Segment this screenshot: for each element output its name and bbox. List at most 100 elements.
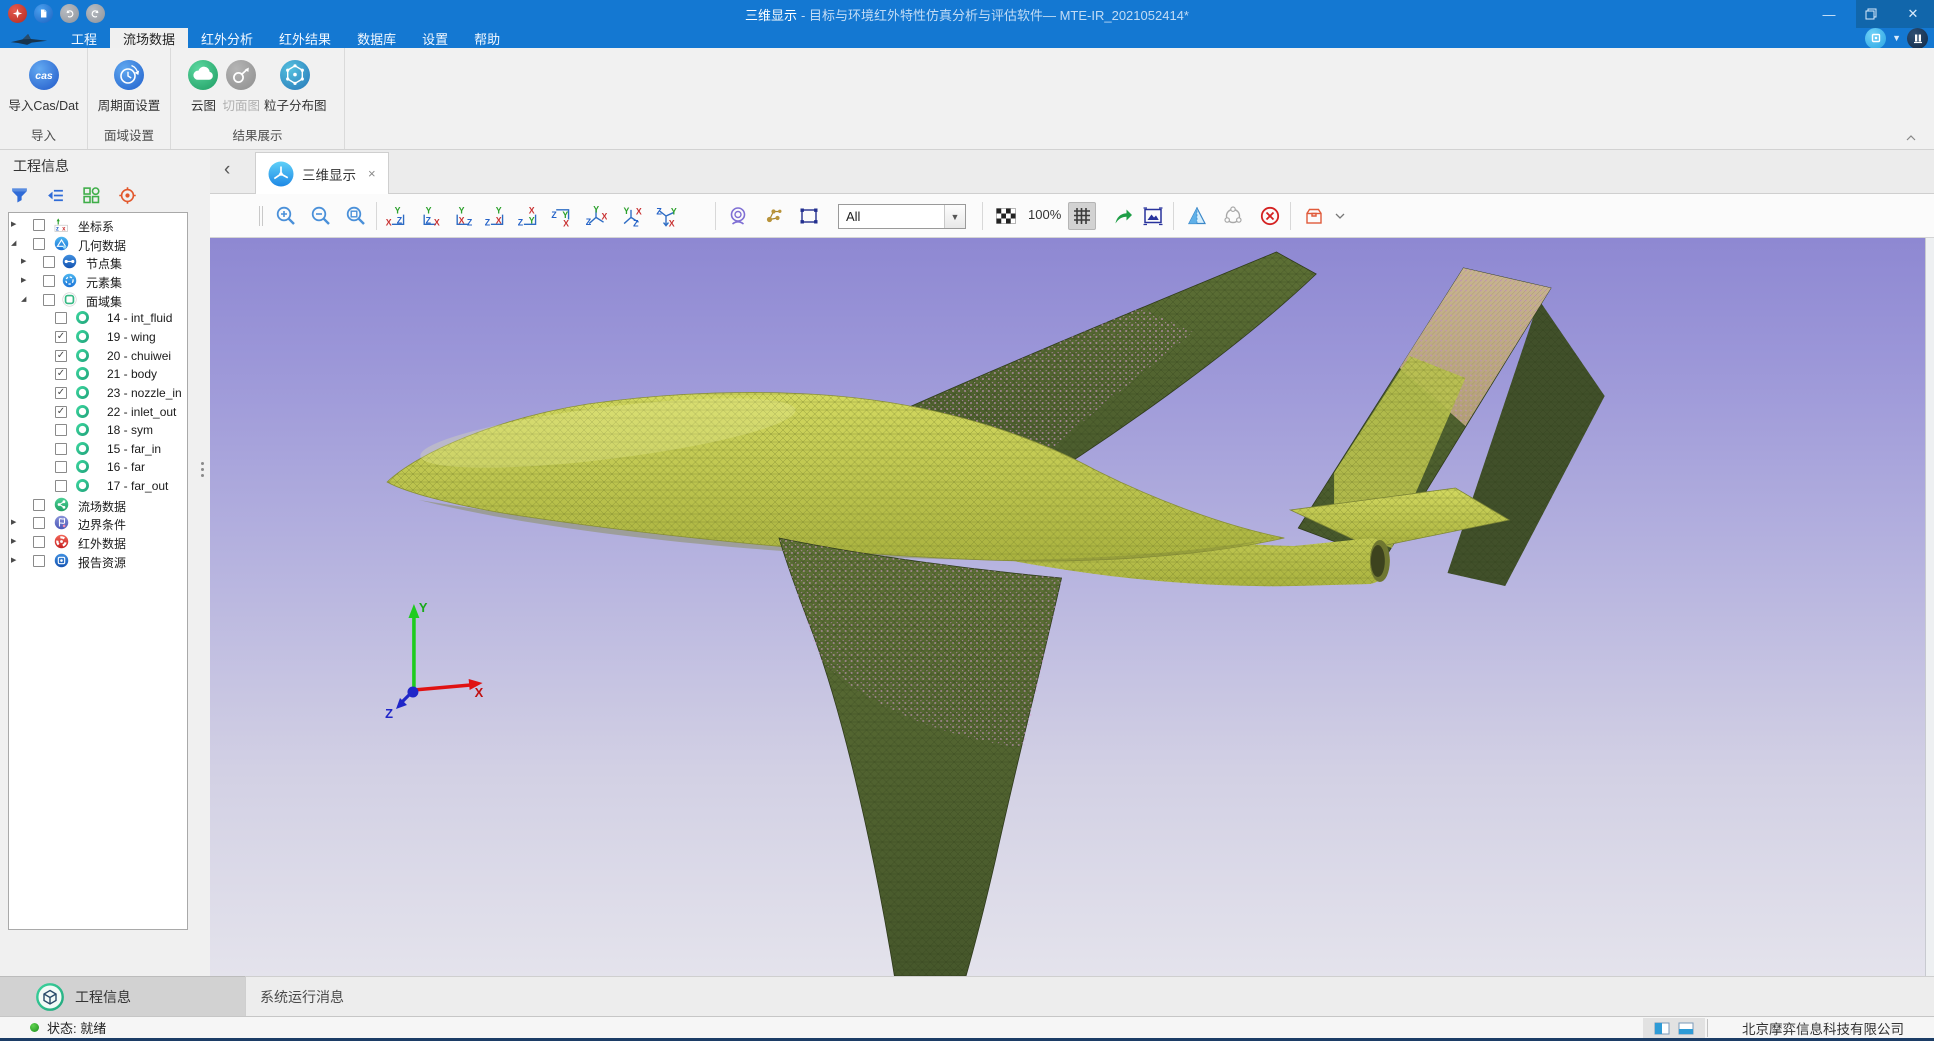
tree-item[interactable]: 15 - far_in: [9, 440, 187, 458]
tree-checkbox[interactable]: ✓: [55, 368, 67, 380]
menu-item-0[interactable]: 工程: [58, 28, 110, 48]
zoom-out-button[interactable]: [307, 202, 335, 230]
tree-checkbox[interactable]: [33, 555, 45, 567]
ribbon-button-clock[interactable]: 周期面设置: [98, 60, 161, 114]
viewport-3d-canvas[interactable]: X Y Z: [210, 238, 1925, 976]
restore-button[interactable]: [1850, 0, 1892, 28]
tree-item[interactable]: 18 - sym: [9, 421, 187, 439]
share-export-button[interactable]: [1109, 202, 1137, 230]
quick-view-button[interactable]: [1865, 28, 1886, 49]
tab-scroll-left-button[interactable]: ‹: [224, 159, 230, 181]
tab-3d-view[interactable]: 三维显示 ×: [255, 152, 389, 194]
tree-item[interactable]: ▶节点集: [9, 253, 187, 271]
tree-item[interactable]: ▶边界条件: [9, 514, 187, 532]
view-top-button[interactable]: XZY: [514, 202, 542, 230]
surface-network-button[interactable]: [1219, 202, 1247, 230]
tree-item[interactable]: ▶报告资源: [9, 552, 187, 570]
tree-checkbox[interactable]: ✓: [55, 387, 67, 399]
tree-expander-icon[interactable]: ▶: [21, 277, 26, 285]
tree-expander-icon[interactable]: ▶: [21, 258, 26, 266]
tree-checkbox[interactable]: ✓: [55, 350, 67, 362]
locate-target-icon[interactable]: [116, 184, 138, 206]
menu-item-3[interactable]: 红外结果: [266, 28, 344, 48]
redo-button[interactable]: [86, 4, 105, 23]
molecule-nodes-button[interactable]: [760, 202, 788, 230]
tree-item[interactable]: ✓19 - wing: [9, 328, 187, 346]
tree-item[interactable]: ◢几何数据: [9, 235, 187, 253]
package-dropdown-chevron[interactable]: [1332, 202, 1348, 230]
grid-toggle-button[interactable]: [1068, 202, 1096, 230]
menu-item-5[interactable]: 设置: [409, 28, 461, 48]
tab-close-icon[interactable]: ×: [368, 166, 376, 181]
transparency-checker-button[interactable]: [992, 202, 1020, 230]
package-save-button[interactable]: [1300, 202, 1328, 230]
tree-item[interactable]: ▶红外数据: [9, 533, 187, 551]
layout-split-bottom-icon[interactable]: [1678, 1021, 1694, 1036]
help-book-button[interactable]: [1907, 28, 1928, 49]
view-right-button[interactable]: YZX: [481, 202, 509, 230]
mirror-button[interactable]: [1183, 202, 1211, 230]
grid-view-icon[interactable]: [80, 184, 102, 206]
new-document-button[interactable]: [34, 4, 53, 23]
tree-checkbox[interactable]: [33, 219, 45, 231]
view-iso-2-button[interactable]: YXZ: [617, 202, 645, 230]
splitter-handle[interactable]: [201, 462, 204, 477]
tree-item[interactable]: ✓23 - nozzle_in: [9, 384, 187, 402]
tree-checkbox[interactable]: [55, 424, 67, 436]
display-filter-combobox[interactable]: All ▼: [838, 204, 966, 229]
tree-item[interactable]: ▶zx坐标系: [9, 216, 187, 234]
tree-item[interactable]: 流场数据: [9, 496, 187, 514]
menu-item-4[interactable]: 数据库: [344, 28, 409, 48]
tree-checkbox[interactable]: [55, 312, 67, 324]
outline-list-icon[interactable]: [44, 184, 66, 206]
ribbon-collapse-button[interactable]: [1906, 135, 1916, 141]
snapshot-image-button[interactable]: [1139, 202, 1167, 230]
tree-checkbox[interactable]: [43, 294, 55, 306]
tree-checkbox[interactable]: [33, 499, 45, 511]
tree-checkbox[interactable]: [55, 480, 67, 492]
zoom-in-button[interactable]: [272, 202, 300, 230]
undo-button[interactable]: [60, 4, 79, 23]
tree-item[interactable]: 14 - int_fluid: [9, 309, 187, 327]
tree-item[interactable]: 17 - far_out: [9, 477, 187, 495]
tree-item[interactable]: 16 - far: [9, 458, 187, 476]
toolbar-drag-handle[interactable]: [256, 202, 266, 230]
layout-split-left-icon[interactable]: [1654, 1021, 1670, 1036]
tree-checkbox[interactable]: [33, 536, 45, 548]
tree-checkbox[interactable]: [55, 443, 67, 455]
tree-expander-icon[interactable]: ▶: [11, 221, 16, 229]
tree-item[interactable]: ▶元素集: [9, 272, 187, 290]
tree-expander-icon[interactable]: ▶: [11, 519, 16, 527]
tree-item[interactable]: ✓22 - inlet_out: [9, 403, 187, 421]
zoom-fit-button[interactable]: [342, 202, 370, 230]
tree-item[interactable]: ◢面域集: [9, 291, 187, 309]
menu-item-2[interactable]: 红外分析: [188, 28, 266, 48]
menu-item-1[interactable]: 流场数据: [110, 28, 188, 48]
ribbon-button-cloud[interactable]: 云图: [188, 60, 218, 114]
app-menu-button[interactable]: [8, 4, 27, 23]
view-back-button[interactable]: YZX: [415, 202, 443, 230]
tree-checkbox[interactable]: [33, 517, 45, 529]
tree-item[interactable]: ✓20 - chuiwei: [9, 347, 187, 365]
menu-item-6[interactable]: 帮助: [461, 28, 513, 48]
bottom-panel-tab-project-info[interactable]: 工程信息: [0, 976, 245, 1016]
tree-checkbox[interactable]: [43, 256, 55, 268]
view-iso-3-button[interactable]: ZYX: [652, 202, 680, 230]
tree-item[interactable]: ✓21 - body: [9, 365, 187, 383]
tree-expander-icon[interactable]: ◢: [11, 240, 16, 248]
panel-splitter[interactable]: [196, 150, 210, 976]
minimize-button[interactable]: —: [1808, 0, 1850, 28]
tree-expander-icon[interactable]: ▶: [11, 538, 16, 546]
tree-checkbox[interactable]: ✓: [55, 331, 67, 343]
view-bottom-button[interactable]: ZYX: [547, 202, 575, 230]
probe-camera-button[interactable]: [724, 202, 752, 230]
tree-checkbox[interactable]: ✓: [55, 406, 67, 418]
view-left-button[interactable]: YXZ: [448, 202, 476, 230]
box-select-button[interactable]: [795, 202, 823, 230]
tree-checkbox[interactable]: [33, 238, 45, 250]
view-iso-1-button[interactable]: YZX: [582, 202, 610, 230]
view-front-button[interactable]: XYZ: [382, 202, 410, 230]
ribbon-button-particles[interactable]: 粒子分布图: [264, 60, 327, 114]
tree-expander-icon[interactable]: ◢: [21, 296, 26, 304]
tree-checkbox[interactable]: [43, 275, 55, 287]
